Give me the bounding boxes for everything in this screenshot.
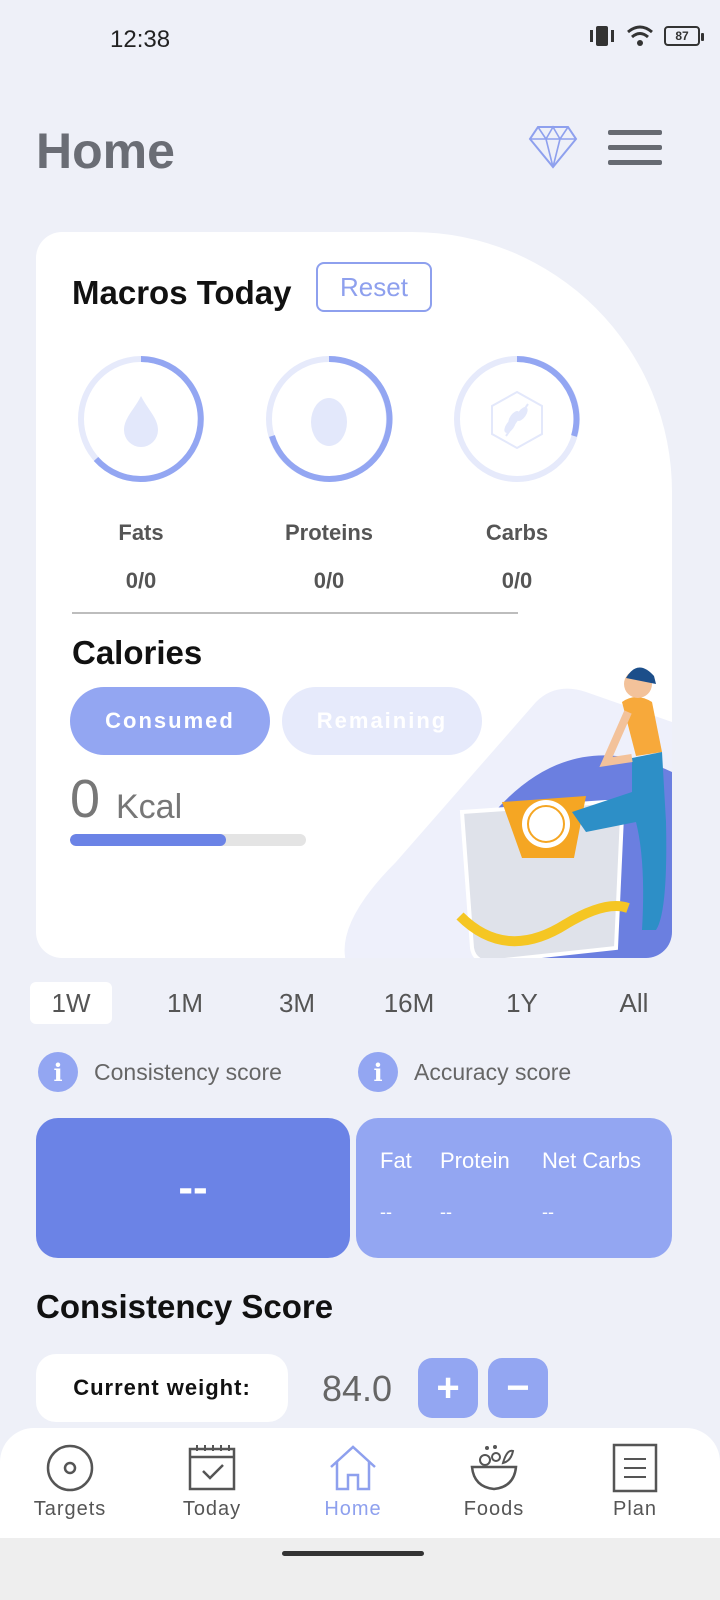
calendar-icon: [188, 1445, 236, 1491]
nav-label: Plan: [612, 1498, 658, 1520]
accuracy-score-text: Accuracy score: [414, 1058, 572, 1085]
macro-carbs[interactable]: Carbs 0/0: [452, 354, 582, 594]
macros-title: Macros Today: [72, 274, 292, 311]
macros-card: Macros Today Reset Fats 0/0 Proteins 0/0: [36, 232, 672, 958]
macro-name: Carbs: [485, 520, 549, 545]
tab-3m[interactable]: 3M: [257, 982, 337, 1024]
drop-icon: [124, 396, 158, 447]
nav-today[interactable]: Today: [152, 1438, 272, 1521]
egg-icon: [311, 398, 347, 446]
macro-proteins[interactable]: Proteins 0/0: [264, 354, 394, 594]
calories-title: Calories: [72, 634, 203, 671]
macro-value: 0/0: [125, 568, 157, 593]
nav-home[interactable]: Home: [293, 1438, 413, 1521]
tab-all[interactable]: All: [594, 982, 674, 1024]
fat-label: Fat: [380, 1148, 412, 1173]
tab-16m[interactable]: 16M: [369, 982, 449, 1024]
fats-ring: [76, 354, 206, 484]
bottom-nav: Targets Today Home Foods Plan: [0, 1428, 720, 1538]
fat-column: Fat --: [380, 1148, 412, 1223]
macro-name: Proteins: [284, 520, 374, 545]
home-icon: [330, 1445, 376, 1491]
nav-targets[interactable]: Targets: [10, 1438, 130, 1521]
consistency-section-title: Consistency Score: [36, 1288, 334, 1325]
status-bar: 12:38 87: [0, 0, 720, 80]
current-weight-value[interactable]: 84.0: [322, 1368, 392, 1410]
status-icons: 87: [588, 24, 704, 48]
nav-plan[interactable]: Plan: [575, 1438, 695, 1521]
protein-column: Protein --: [440, 1148, 510, 1223]
period-tabs: 1W 1M 3M 16M 1Y All: [30, 982, 690, 1024]
protein-label: Protein: [440, 1148, 510, 1173]
calorie-progress-bar: [70, 834, 306, 846]
home-indicator[interactable]: [282, 1551, 424, 1556]
net-carbs-value: --: [542, 1202, 554, 1222]
fat-value: --: [380, 1202, 392, 1222]
net-carbs-label: Net Carbs: [542, 1148, 642, 1173]
fitness-illustration: [344, 667, 672, 958]
status-time: 12:38: [110, 26, 171, 53]
current-weight-label: Current weight:: [36, 1354, 288, 1422]
carbs-ring: [452, 354, 582, 484]
increase-weight-button[interactable]: +: [418, 1358, 478, 1418]
info-icon[interactable]: i: [38, 1052, 78, 1092]
target-icon: [46, 1444, 94, 1492]
macro-name: Fats: [118, 520, 164, 545]
tab-1y[interactable]: 1Y: [482, 982, 562, 1024]
list-icon: [612, 1443, 658, 1493]
macro-value: 0/0: [501, 568, 533, 593]
decrease-weight-button[interactable]: −: [488, 1358, 548, 1418]
net-carbs-column: Net Carbs --: [542, 1148, 641, 1223]
accuracy-score-label[interactable]: i Accuracy score: [358, 1052, 571, 1092]
nav-label: Targets: [33, 1498, 107, 1520]
kcal-unit: Kcal: [116, 788, 183, 826]
consistency-score-box[interactable]: --: [36, 1118, 350, 1258]
reset-button[interactable]: Reset: [316, 262, 432, 312]
calorie-progress-fill: [70, 834, 226, 846]
wheat-icon: [491, 390, 543, 450]
proteins-ring: [264, 354, 394, 484]
tab-1w[interactable]: 1W: [30, 982, 112, 1024]
menu-icon[interactable]: [608, 130, 662, 175]
consistency-score-label[interactable]: i Consistency score: [38, 1052, 282, 1092]
diamond-icon[interactable]: [528, 124, 578, 170]
macro-value: 0/0: [313, 568, 345, 593]
protein-value: --: [440, 1202, 452, 1222]
wifi-icon: [627, 25, 653, 46]
consistency-score-text: Consistency score: [94, 1058, 282, 1085]
page-title: Home: [36, 123, 175, 179]
vibrate-icon: [590, 26, 614, 46]
battery-icon: 87: [664, 26, 704, 46]
tab-1m[interactable]: 1M: [145, 982, 225, 1024]
nav-label: Foods: [463, 1498, 525, 1520]
nav-label: Today: [182, 1498, 242, 1520]
salad-bowl-icon: [470, 1445, 518, 1491]
accuracy-score-box[interactable]: Fat -- Protein -- Net Carbs --: [356, 1118, 672, 1258]
nav-label: Home: [324, 1498, 382, 1520]
gesture-bar-area: [0, 1538, 720, 1600]
nav-foods[interactable]: Foods: [434, 1438, 554, 1521]
macro-fats[interactable]: Fats 0/0: [76, 354, 206, 594]
consumed-toggle[interactable]: Consumed: [70, 687, 270, 755]
kcal-value: 0: [70, 769, 101, 829]
divider: [72, 612, 518, 614]
info-icon[interactable]: i: [358, 1052, 398, 1092]
